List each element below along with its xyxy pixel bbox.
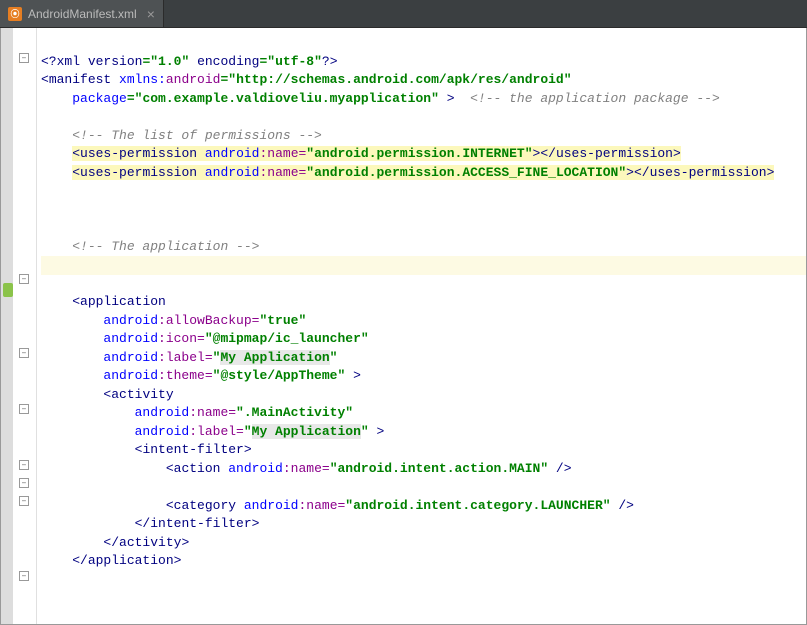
fold-toggle[interactable]: – — [19, 274, 29, 284]
code-area[interactable]: <?xml version="1.0" encoding="utf-8"?><m… — [37, 28, 806, 624]
fold-toggle[interactable]: – — [19, 478, 29, 488]
tab-filename: AndroidManifest.xml — [28, 7, 137, 21]
editor: – – – – – – – – <?xml version="1.0" enco… — [0, 28, 807, 625]
fold-toggle[interactable]: – — [19, 496, 29, 506]
close-icon[interactable]: × — [147, 6, 155, 22]
left-rail — [1, 28, 13, 624]
gutter: – – – – – – – – — [13, 28, 37, 624]
fold-toggle[interactable]: – — [19, 460, 29, 470]
tab-bar: ⦿ AndroidManifest.xml × — [0, 0, 807, 28]
fold-toggle[interactable]: – — [19, 404, 29, 414]
fold-toggle[interactable]: – — [19, 348, 29, 358]
cursor-line — [41, 256, 806, 275]
xml-file-icon: ⦿ — [8, 7, 22, 21]
code-content: <?xml version="1.0" encoding="utf-8"?><m… — [41, 53, 806, 625]
fold-toggle[interactable]: – — [19, 571, 29, 581]
fold-toggle[interactable]: – — [19, 53, 29, 63]
android-icon — [3, 283, 13, 297]
file-tab[interactable]: ⦿ AndroidManifest.xml × — [0, 0, 164, 27]
